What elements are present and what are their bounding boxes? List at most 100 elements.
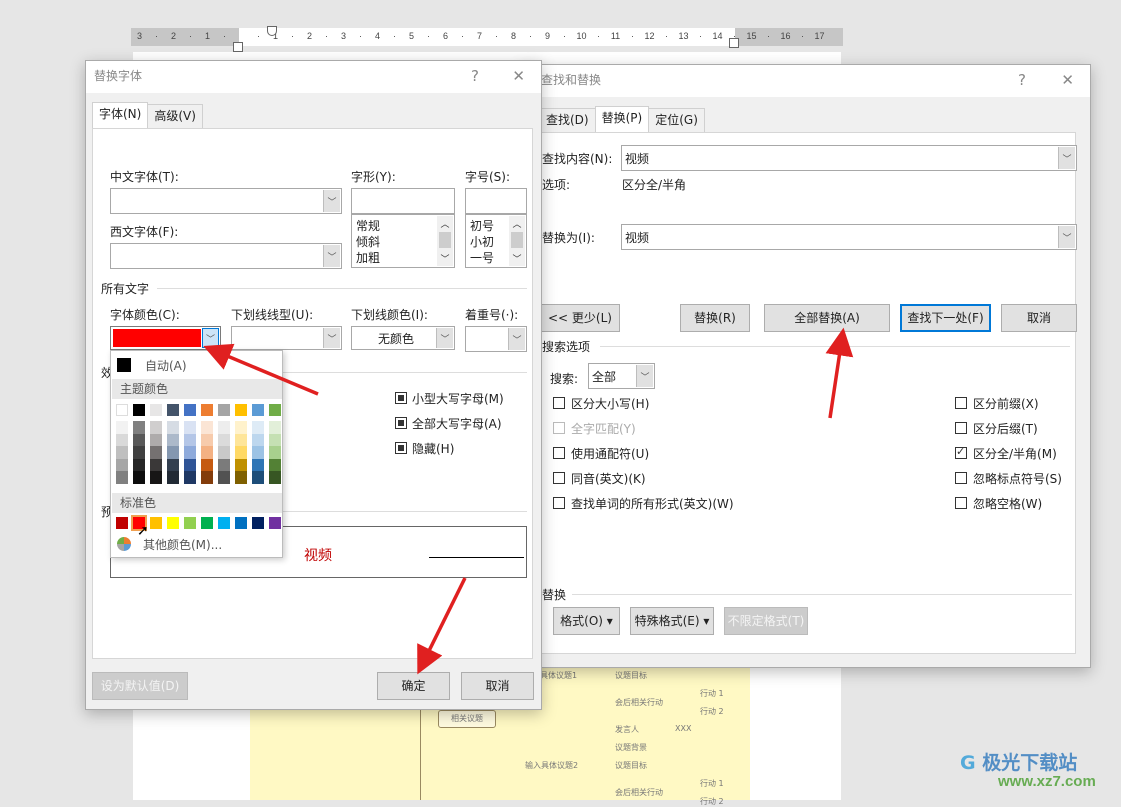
underline-color-select[interactable]: 无颜色 ﹀: [351, 326, 455, 350]
theme-shade-swatch[interactable]: [218, 446, 230, 459]
theme-shade-swatch[interactable]: [184, 471, 196, 484]
theme-shade-swatch[interactable]: [184, 446, 196, 459]
theme-shade-swatch[interactable]: [150, 421, 162, 434]
replace-button[interactable]: 替换(R): [680, 304, 750, 332]
theme-shade-swatch[interactable]: [167, 446, 179, 459]
chevron-down-icon[interactable]: ﹀: [437, 252, 453, 266]
first-line-indent-marker[interactable]: [267, 26, 277, 36]
right-indent-marker[interactable]: [729, 38, 739, 48]
list-item[interactable]: 初号: [470, 217, 494, 234]
option-label[interactable]: 查找单词的所有形式(英文)(W): [571, 495, 734, 512]
theme-shade-swatch[interactable]: [167, 471, 179, 484]
theme-shade-swatch[interactable]: [201, 421, 213, 434]
option-checkbox[interactable]: [553, 497, 565, 509]
theme-shade-swatch[interactable]: [116, 471, 128, 484]
theme-shade-swatch[interactable]: [116, 446, 128, 459]
replace-with-input[interactable]: 视频 ﹀: [621, 224, 1077, 250]
theme-shade-swatch[interactable]: [167, 433, 179, 446]
close-icon[interactable]: ✕: [512, 61, 525, 91]
option-label[interactable]: 区分后缀(T): [973, 420, 1038, 437]
option-checkbox[interactable]: [553, 397, 565, 409]
emphasis-mark-select[interactable]: ﹀: [465, 326, 527, 352]
tab-font[interactable]: 字体(N): [92, 102, 149, 128]
theme-shade-swatch[interactable]: [116, 421, 128, 434]
option-label[interactable]: 同音(英文)(K): [571, 470, 646, 487]
font-style-input[interactable]: [351, 188, 455, 214]
theme-shade-swatch[interactable]: [235, 446, 247, 459]
theme-shade-swatch[interactable]: [269, 446, 281, 459]
chevron-down-icon[interactable]: ﹀: [1058, 147, 1075, 169]
theme-shade-swatch[interactable]: [201, 446, 213, 459]
special-format-button[interactable]: 特殊格式(E) ▾: [630, 607, 714, 635]
help-icon[interactable]: ?: [1018, 65, 1026, 95]
western-font-select[interactable]: ﹀: [110, 243, 342, 269]
chevron-down-icon[interactable]: ﹀: [636, 365, 653, 387]
search-direction-select[interactable]: 全部 ﹀: [588, 363, 655, 389]
left-indent-marker[interactable]: [233, 42, 243, 52]
list-item[interactable]: 加粗: [356, 249, 380, 266]
theme-shade-swatch[interactable]: [218, 433, 230, 446]
chevron-up-icon[interactable]: ︿: [509, 217, 525, 231]
more-colors-option[interactable]: 其他颜色(M)...: [143, 536, 222, 553]
standard-color-swatch[interactable]: [184, 517, 196, 529]
tab-replace[interactable]: 替换(P): [594, 106, 650, 132]
format-button[interactable]: 格式(O) ▾: [553, 607, 620, 635]
option-checkbox[interactable]: [955, 445, 967, 459]
scrollbar[interactable]: ︿ ﹀: [437, 216, 453, 266]
effect-checkbox[interactable]: [395, 392, 407, 404]
standard-color-swatch[interactable]: [150, 517, 162, 529]
help-icon[interactable]: ?: [471, 61, 479, 91]
find-next-button[interactable]: 查找下一处(F): [900, 304, 991, 332]
standard-color-swatch[interactable]: [116, 517, 128, 529]
theme-shade-swatch[interactable]: [218, 421, 230, 434]
option-label[interactable]: 区分大小写(H): [571, 395, 649, 412]
option-label[interactable]: 使用通配符(U): [571, 445, 649, 462]
theme-shade-swatch[interactable]: [184, 458, 196, 471]
theme-shade-swatch[interactable]: [133, 458, 145, 471]
theme-shade-swatch[interactable]: [184, 421, 196, 434]
list-item[interactable]: 倾斜: [356, 233, 380, 250]
option-checkbox[interactable]: [955, 497, 967, 509]
chevron-down-icon[interactable]: ﹀: [1058, 226, 1075, 248]
theme-color-swatch[interactable]: [116, 404, 128, 416]
tab-advanced[interactable]: 高级(V): [147, 104, 203, 128]
theme-shade-swatch[interactable]: [201, 471, 213, 484]
standard-color-swatch[interactable]: [167, 517, 179, 529]
chinese-font-select[interactable]: ﹀: [110, 188, 342, 214]
font-size-list[interactable]: 初号 小初 一号 ︿ ﹀: [465, 214, 527, 268]
option-label[interactable]: 区分前缀(X): [973, 395, 1039, 412]
effect-checkbox[interactable]: [395, 442, 407, 454]
font-size-input[interactable]: [465, 188, 527, 214]
theme-shade-swatch[interactable]: [269, 471, 281, 484]
scroll-thumb[interactable]: [439, 232, 451, 248]
chevron-down-icon[interactable]: ﹀: [323, 328, 340, 348]
chevron-down-icon[interactable]: ﹀: [509, 252, 525, 266]
option-checkbox[interactable]: [553, 472, 565, 484]
underline-style-select[interactable]: ﹀: [231, 326, 342, 350]
chevron-down-icon[interactable]: ﹀: [508, 328, 525, 350]
option-label[interactable]: 忽略空格(W): [973, 495, 1042, 512]
option-checkbox[interactable]: [553, 447, 565, 459]
chevron-down-icon[interactable]: ﹀: [202, 328, 219, 348]
standard-color-swatch[interactable]: [218, 517, 230, 529]
theme-color-swatch[interactable]: [269, 404, 281, 416]
tab-goto[interactable]: 定位(G): [648, 108, 705, 132]
theme-shade-swatch[interactable]: [133, 471, 145, 484]
option-checkbox[interactable]: [955, 472, 967, 484]
theme-shade-swatch[interactable]: [252, 421, 264, 434]
find-what-input[interactable]: 视频 ﹀: [621, 145, 1077, 171]
list-item[interactable]: 常规: [356, 217, 380, 234]
auto-color-option[interactable]: 自动(A): [145, 357, 187, 374]
theme-shade-swatch[interactable]: [235, 421, 247, 434]
theme-shade-swatch[interactable]: [167, 421, 179, 434]
theme-shade-swatch[interactable]: [150, 471, 162, 484]
ok-button[interactable]: 确定: [377, 672, 450, 700]
auto-color-swatch[interactable]: [117, 358, 131, 372]
list-item[interactable]: 一号: [470, 249, 494, 266]
theme-shade-swatch[interactable]: [269, 421, 281, 434]
theme-shade-swatch[interactable]: [201, 458, 213, 471]
less-button[interactable]: << 更少(L): [540, 304, 620, 332]
effect-label[interactable]: 全部大写字母(A): [412, 415, 502, 432]
scrollbar[interactable]: ︿ ﹀: [509, 216, 525, 266]
theme-color-swatch[interactable]: [133, 404, 145, 416]
